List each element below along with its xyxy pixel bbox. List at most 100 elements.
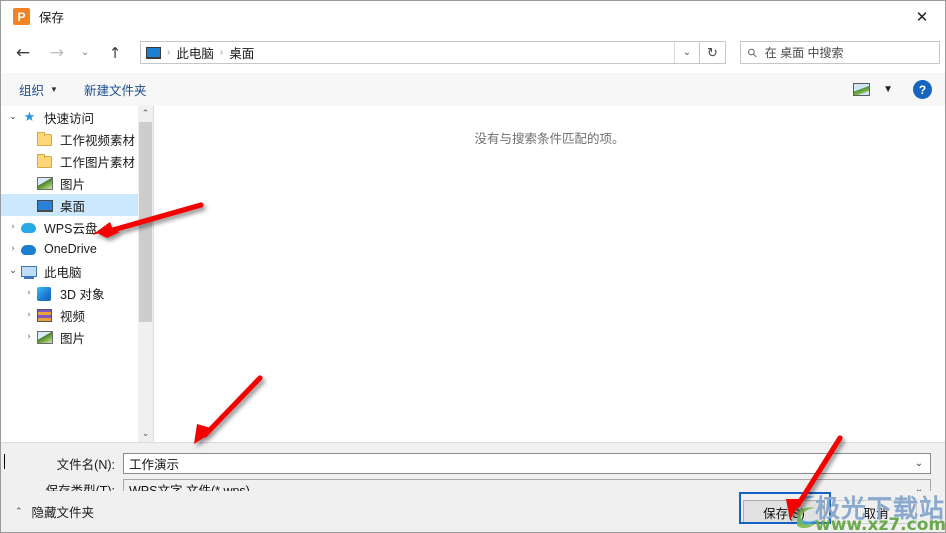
cloud-icon	[21, 223, 36, 233]
tree-item-label: 工作视频素材	[60, 133, 136, 148]
tree-item-icon	[21, 241, 38, 257]
scrollbar-thumb[interactable]	[139, 122, 152, 322]
breadcrumb-separator: ›	[219, 47, 224, 58]
cancel-button[interactable]: 取消	[835, 500, 917, 524]
chevron-right-icon[interactable]: ›	[21, 288, 37, 298]
title-bar: P 保存 ✕	[1, 1, 945, 32]
dialog-footer: ⌃ 隐藏文件夹 保存(S) 取消	[1, 491, 945, 532]
refresh-icon[interactable]: ↻	[700, 41, 726, 64]
filename-row: 文件名(N): 工作演示 ⌄	[1, 452, 931, 474]
filename-input[interactable]: 工作演示 ⌄	[4, 452, 931, 474]
chevron-right-icon[interactable]: ›	[21, 332, 37, 342]
star-icon: ★	[23, 109, 36, 124]
tree-item-label: 快速访问	[44, 111, 95, 126]
file-fields: 文件名(N): 工作演示 ⌄ 保存类型(T): WPS文字 文件(*.wps) …	[1, 442, 945, 500]
tree-item-icon	[37, 131, 54, 147]
navigation-scrollbar[interactable]: ⌃ ⌄	[138, 106, 153, 442]
hide-folders-toggle[interactable]: ⌃ 隐藏文件夹	[15, 502, 94, 521]
view-mode-icon[interactable]	[853, 83, 871, 96]
filename-value: 工作演示	[129, 457, 180, 472]
search-icon: ⚲	[744, 44, 761, 61]
tree-item-icon	[37, 329, 54, 345]
organize-label: 组织	[19, 84, 45, 98]
chevron-down-icon[interactable]: ▼	[883, 84, 893, 95]
navigation-pane: ⌄ ★ 快速访问 工作视频素材 工作图片素材 图片 桌面 › WPS云盘 › OneDrive ⌄ 此电…	[1, 106, 138, 442]
dialog-body: ⌄ ★ 快速访问 工作视频素材 工作图片素材 图片 桌面 › WPS云盘 › OneDrive ⌄ 此电…	[1, 106, 945, 442]
tree-item[interactable]: › 3D 对象	[1, 282, 138, 304]
tree-item[interactable]: 工作视频素材	[1, 128, 138, 150]
file-list-pane[interactable]: 没有与搜索条件匹配的项。	[154, 106, 945, 442]
toolbar-right-group: ▼ ?	[853, 80, 945, 99]
picture-icon	[37, 331, 53, 344]
new-folder-button[interactable]: 新建文件夹	[84, 80, 147, 99]
onedrive-icon	[21, 245, 36, 255]
tree-item-icon: ★	[21, 109, 38, 125]
tree-item-icon	[37, 197, 54, 213]
wps-presentation-icon: P	[13, 8, 30, 25]
resize-grip[interactable]	[930, 519, 939, 528]
chevron-right-icon[interactable]: ›	[5, 244, 21, 254]
tree-item-label: 工作图片素材	[60, 155, 136, 170]
save-dialog: P 保存 ✕ ← → ⌄ ↑ › 此电脑 › 桌面 ⌄ ↻ ⚲ 在 桌面 中搜索…	[0, 0, 946, 533]
folder-icon	[37, 156, 52, 168]
desktop-icon	[37, 200, 53, 212]
close-icon[interactable]: ✕	[899, 1, 945, 32]
tree-item-label: 3D 对象	[60, 287, 105, 302]
save-button[interactable]: 保存(S)	[743, 500, 825, 524]
tree-item-label: 视频	[60, 309, 86, 324]
organize-button[interactable]: 组织 ▼	[19, 80, 58, 99]
tree-item[interactable]: 工作图片素材	[1, 150, 138, 172]
chevron-right-icon[interactable]: ›	[5, 222, 21, 232]
breadcrumb-this-pc[interactable]: 此电脑	[176, 43, 214, 62]
breadcrumb-desktop[interactable]: 桌面	[229, 43, 254, 62]
scroll-down-icon[interactable]: ⌄	[138, 426, 153, 442]
video-icon	[37, 309, 52, 322]
tree-item[interactable]: › OneDrive	[1, 238, 138, 260]
tree-item[interactable]: › 视频	[1, 304, 138, 326]
tree-item[interactable]: › WPS云盘	[1, 216, 138, 238]
hide-folders-label: 隐藏文件夹	[31, 506, 95, 520]
tree-item-label: OneDrive	[44, 242, 97, 256]
desktop-crumb-icon	[146, 46, 161, 59]
tree-item-label: 图片	[60, 177, 86, 192]
help-icon[interactable]: ?	[913, 80, 932, 99]
tree-item[interactable]: 桌面	[1, 194, 138, 216]
tree-item[interactable]: ⌄ 此电脑	[1, 260, 138, 282]
tree-item-icon	[37, 153, 54, 169]
tree-item-label: 图片	[60, 331, 86, 346]
tree-item[interactable]: ⌄ ★ 快速访问	[1, 106, 138, 128]
back-icon[interactable]: ←	[10, 40, 36, 66]
search-input[interactable]: 在 桌面 中搜索	[765, 44, 844, 61]
tree-item[interactable]: 图片	[1, 172, 138, 194]
tree-item-label: 此电脑	[44, 265, 82, 280]
forward-icon[interactable]: →	[44, 40, 70, 66]
chevron-down-icon[interactable]: ⌄	[674, 42, 699, 63]
recent-locations-icon[interactable]: ⌄	[76, 40, 94, 66]
window-title: 保存	[39, 11, 65, 25]
chevron-down-icon: ▼	[50, 85, 58, 94]
scroll-up-icon[interactable]: ⌃	[138, 106, 153, 122]
tree-item-icon	[21, 263, 38, 279]
tree-item-icon	[37, 175, 54, 191]
tree-item-icon	[37, 307, 54, 323]
navigation-bar: ← → ⌄ ↑ › 此电脑 › 桌面 ⌄ ↻ ⚲ 在 桌面 中搜索	[1, 32, 945, 73]
address-bar[interactable]: › 此电脑 › 桌面 ⌄	[140, 41, 700, 64]
tree-item-label: WPS云盘	[44, 221, 98, 236]
chevron-down-icon[interactable]: ⌄	[5, 266, 21, 276]
chevron-down-icon[interactable]: ⌄	[908, 458, 930, 469]
tree-item[interactable]: › 图片	[1, 326, 138, 348]
up-icon[interactable]: ↑	[102, 40, 128, 66]
chevron-up-icon: ⌃	[15, 506, 23, 517]
picture-icon	[37, 177, 53, 190]
empty-list-message: 没有与搜索条件匹配的项。	[474, 132, 625, 146]
computer-icon	[21, 266, 37, 277]
command-toolbar: 组织 ▼ 新建文件夹 ▼ ?	[1, 73, 945, 107]
3d-objects-icon	[37, 287, 51, 301]
folder-icon	[37, 134, 52, 146]
breadcrumb-separator: ›	[167, 47, 171, 58]
search-box[interactable]: ⚲ 在 桌面 中搜索	[740, 41, 940, 64]
chevron-down-icon[interactable]: ⌄	[5, 112, 21, 122]
filename-label: 文件名(N):	[56, 457, 115, 472]
tree-item-label: 桌面	[60, 199, 86, 214]
chevron-right-icon[interactable]: ›	[21, 310, 37, 320]
